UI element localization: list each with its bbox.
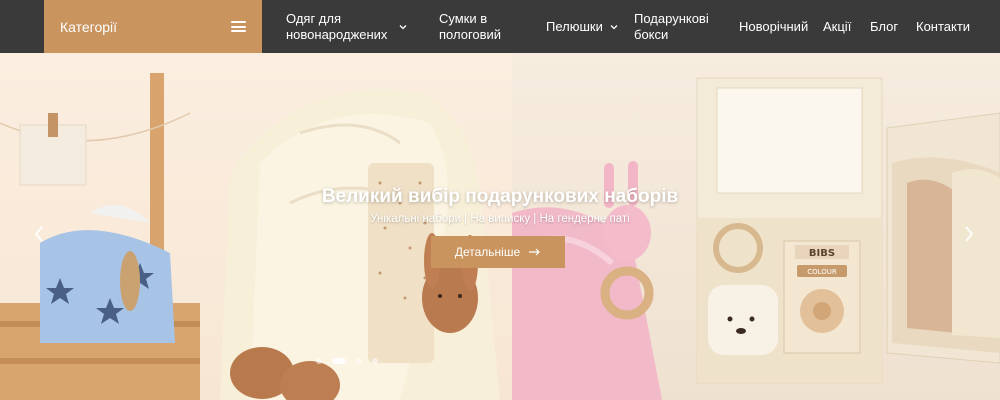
nav-item-label: Акції: [823, 18, 852, 34]
hero-slider: BIBS COLOUR Великий вибір подарункових н…: [0, 53, 1000, 400]
hamburger-icon: [231, 21, 246, 32]
nav-item-new-year[interactable]: Новорічний: [739, 0, 808, 53]
hero-image-left: [0, 53, 512, 400]
hero-subtitle: Унікальні набори | На виписку | На генде…: [370, 213, 630, 225]
slider-next-button[interactable]: [962, 224, 976, 244]
slider-dot[interactable]: [372, 358, 378, 364]
nav-item-label: Новорічний: [739, 18, 809, 34]
nav-item-sales[interactable]: Акції: [823, 0, 851, 53]
nav-item-blog[interactable]: Блог: [870, 0, 898, 53]
chevron-right-icon: [965, 226, 974, 242]
nav-item-label-line1: Одяг для: [286, 10, 342, 26]
nav-item-label-line2: бокси: [634, 26, 669, 42]
nav-item-label: Блог: [870, 18, 899, 34]
nav-item-maternity-bags[interactable]: Сумки в пологовий: [439, 0, 501, 53]
nav-item-label-line1: Подарункові: [634, 10, 709, 26]
slider-prev-button[interactable]: [32, 224, 46, 244]
nav-item-label-line2: пологовий: [439, 26, 502, 42]
hero-title: Великий вибір подарункових наборів: [321, 186, 679, 207]
slider-dot-active[interactable]: [332, 358, 346, 364]
details-button[interactable]: Детальніше: [431, 236, 565, 268]
gift-boxes-illustration: BIBS COLOUR: [512, 77, 1000, 400]
svg-text:BIBS: BIBS: [809, 248, 835, 259]
nav-item-gift-boxes[interactable]: Подарункові бокси: [634, 0, 709, 53]
categories-label: Категорії: [60, 18, 118, 35]
nav-item-label: Пелюшки: [546, 18, 603, 34]
main-nav: Одяг для новонароджених Сумки в пологови…: [262, 0, 1000, 53]
categories-menu-button[interactable]: Категорії: [44, 0, 262, 53]
nav-item-label-line2: новонароджених: [286, 26, 388, 42]
nav-item-label: Контакти: [916, 18, 971, 34]
svg-text:COLOUR: COLOUR: [807, 268, 837, 276]
gift-basket-illustration: [0, 73, 500, 400]
chevron-down-icon: [609, 22, 619, 32]
nav-item-contacts[interactable]: Контакти: [916, 0, 970, 53]
nav-item-label-line1: Сумки в: [439, 10, 488, 26]
chevron-left-icon: [34, 226, 43, 242]
details-button-label: Детальніше: [454, 245, 521, 259]
slider-pagination: [316, 358, 378, 364]
hero-image-right: BIBS COLOUR: [512, 53, 1000, 400]
slider-dot[interactable]: [316, 358, 322, 364]
header-left-spacer: [0, 0, 44, 53]
nav-item-newborn-clothes[interactable]: Одяг для новонароджених: [286, 0, 408, 53]
top-navigation-bar: Категорії Одяг для новонароджених Сумки …: [0, 0, 1000, 53]
chevron-down-icon: [398, 22, 408, 32]
slider-dot[interactable]: [356, 358, 362, 364]
nav-item-diapers[interactable]: Пелюшки: [546, 0, 619, 53]
arrow-right-icon: [529, 248, 540, 256]
